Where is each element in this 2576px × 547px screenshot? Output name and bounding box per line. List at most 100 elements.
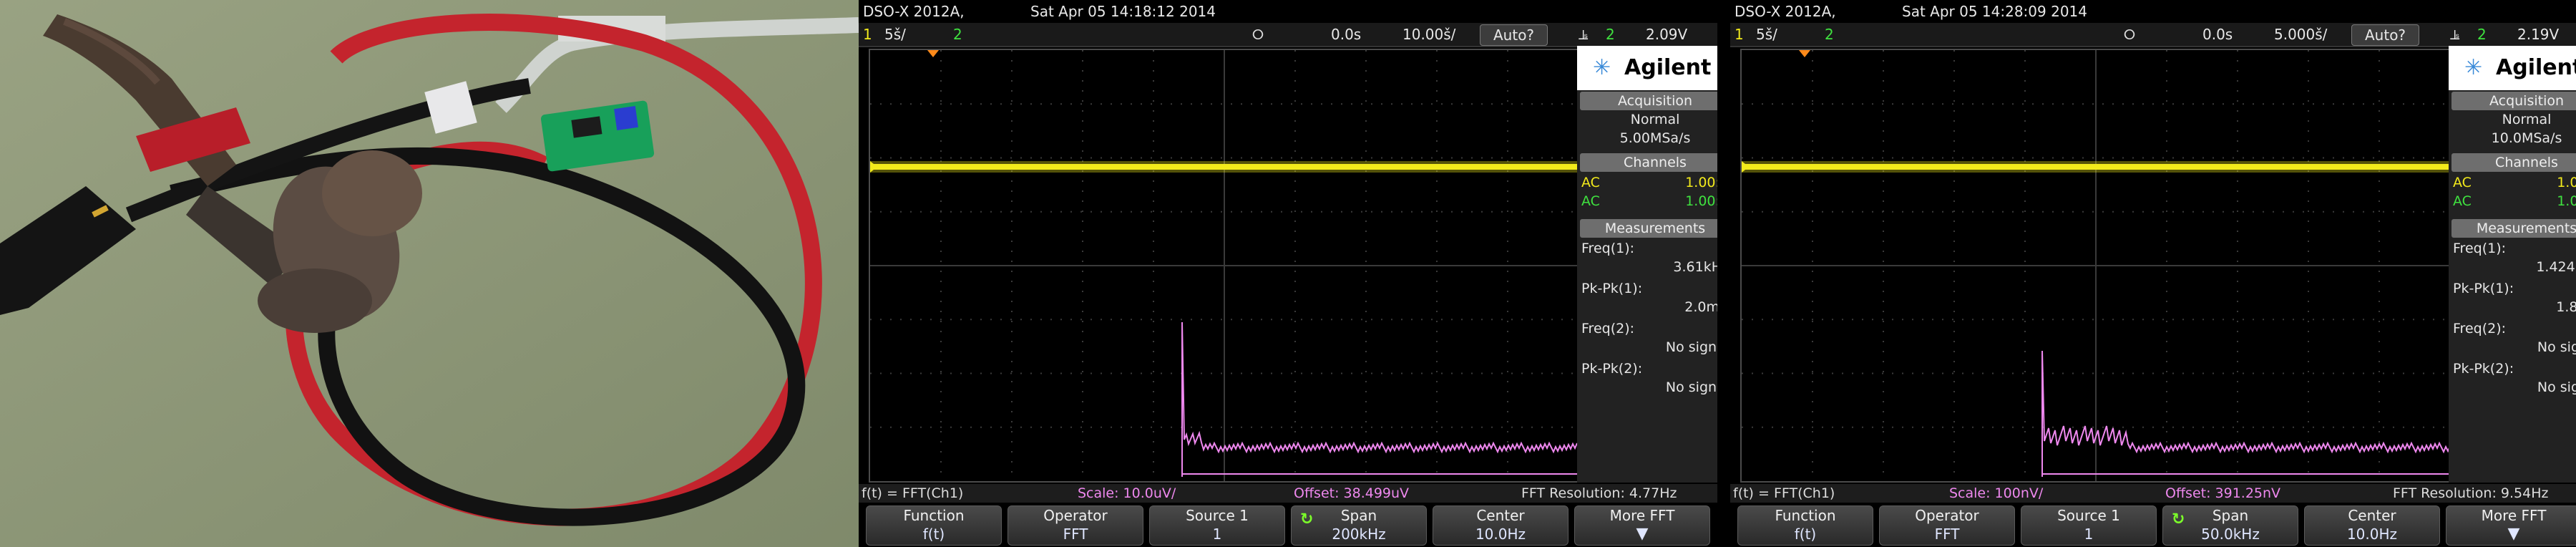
math-scale[interactable]: Scale: 10.0uV/ xyxy=(1078,484,1176,503)
function-softkey[interactable]: Function f(t) xyxy=(1737,505,1873,546)
softkey-value: FFT xyxy=(1934,526,1960,543)
softkey-label: Source 1 xyxy=(1186,507,1249,524)
center-softkey[interactable]: Center 10.0Hz xyxy=(1433,505,1568,546)
math-scale[interactable]: Scale: 100nV/ xyxy=(1949,484,2043,503)
meas-value-1: 1.424kHz xyxy=(2536,259,2576,275)
ch2-label[interactable]: 2 xyxy=(953,23,962,46)
time-offset[interactable]: 0.0s xyxy=(1331,23,1361,46)
brand-logo: ✳ Agilent xyxy=(2449,46,2576,90)
date-time: Sat Apr 05 14:18:12 2014 xyxy=(1030,3,1216,20)
sample-rate: 5.00MSa/s xyxy=(1619,130,1691,146)
title-bar: DSO-X 2012A, Sat Apr 05 14:18:12 2014 xyxy=(859,0,1717,23)
softkey-value: 1 xyxy=(2084,526,2094,543)
ch1-trace xyxy=(870,164,1579,170)
time-scale[interactable]: 5.000š/ xyxy=(2274,23,2327,46)
more-arrow-icon: ▼ xyxy=(2507,525,2520,543)
operator-softkey[interactable]: Operator FFT xyxy=(1879,505,2015,546)
entry-knob-icon: ↻ xyxy=(2172,510,2185,528)
meas-value-2: 2.0mV xyxy=(1684,299,1717,315)
math-offset[interactable]: Offset: 38.499uV xyxy=(1294,484,1409,503)
softkey-bar: Function f(t) Operator FFT Source 1 1 ↻ … xyxy=(859,504,1717,547)
ch1-label[interactable]: 1 xyxy=(863,23,872,46)
softkey-label: Function xyxy=(1775,507,1836,524)
sample-rate: 10.0MSa/s xyxy=(2491,130,2562,146)
entry-knob-icon: ↻ xyxy=(1300,510,1314,528)
trigger-mode-button[interactable]: Auto? xyxy=(2351,24,2420,46)
math-offset[interactable]: Offset: 391.25nV xyxy=(2165,484,2280,503)
channels-header[interactable]: Channels xyxy=(2451,153,2576,172)
meas-label-1: Freq(1): xyxy=(2453,241,2507,256)
acquisition-mode: Normal xyxy=(2502,112,2552,127)
photo-drawing xyxy=(0,0,859,547)
span-softkey[interactable]: ↻ Span 50.0kHz xyxy=(2162,505,2298,546)
channels-header[interactable]: Channels xyxy=(1580,153,1717,172)
acquisition-header[interactable]: Acquisition xyxy=(2451,92,2576,110)
scope-screenshot-2: DSO-X 2012A, Sat Apr 05 14:28:09 2014 1 … xyxy=(1730,0,2576,547)
ch1-trace xyxy=(1742,164,2450,170)
more-arrow-icon: ▼ xyxy=(1636,525,1649,543)
center-softkey[interactable]: Center 10.0Hz xyxy=(2304,505,2440,546)
softkey-value: f(t) xyxy=(1794,526,1817,543)
meas-label-1: Freq(1): xyxy=(1581,241,1635,256)
fft-resolution: FFT Resolution: 4.77Hz xyxy=(1521,485,1677,501)
softkey-label: Operator xyxy=(1043,507,1108,524)
brand-name: Agilent xyxy=(2496,55,2576,80)
softkey-label: Center xyxy=(1476,507,1525,524)
time-offset[interactable]: 0.0s xyxy=(2202,23,2233,46)
trigger-channel[interactable]: 2 xyxy=(1606,23,1615,46)
more-fft-softkey[interactable]: More FFT ▼ xyxy=(1574,505,1710,546)
ch1-probe: 1.00:1 xyxy=(2557,175,2576,190)
source-softkey[interactable]: Source 1 1 xyxy=(2021,505,2157,546)
meas-label-2: Pk-Pk(1): xyxy=(2453,281,2514,296)
more-fft-softkey[interactable]: More FFT ▼ xyxy=(2446,505,2576,546)
agilent-spark-icon: ✳ xyxy=(1593,55,1611,80)
trigger-level[interactable]: 2.09V xyxy=(1646,23,1687,46)
meas-value-3: No signal xyxy=(1665,339,1717,355)
ch2-label[interactable]: 2 xyxy=(1825,23,1834,46)
trigger-edge-icon: ⫡ xyxy=(1579,26,1589,43)
model-name: DSO-X 2012A, xyxy=(1735,3,1836,20)
acquisition-mode: Normal xyxy=(1630,112,1680,127)
trigger-mode-button[interactable]: Auto? xyxy=(1480,24,1548,46)
softkey-label: Center xyxy=(2348,507,2396,524)
meas-label-3: Freq(2): xyxy=(2453,321,2507,337)
trigger-channel[interactable]: 2 xyxy=(2477,23,2487,46)
side-panel: ✳ Agilent Acquisition Normal 5.00MSa/s C… xyxy=(1577,46,1717,483)
softkey-value: FFT xyxy=(1063,526,1088,543)
fft-trace xyxy=(2041,350,2451,454)
status-bar: 1 5š/ 2 ⭘ 0.0s 10.00š/ Auto? ⫡ 2 2.09V xyxy=(859,23,1717,47)
scope-screenshot-1: DSO-X 2012A, Sat Apr 05 14:18:12 2014 1 … xyxy=(859,0,1717,547)
math-function: f(t) = FFT(Ch1) xyxy=(862,485,964,501)
measurements-header[interactable]: Measurements xyxy=(2451,219,2576,238)
math-info-bar: f(t) = FFT(Ch1) Scale: 10.0uV/ Offset: 3… xyxy=(859,484,1717,503)
meas-value-3: No signal xyxy=(2537,339,2576,355)
softkey-value: 10.0Hz xyxy=(1475,526,1526,543)
acquisition-header[interactable]: Acquisition xyxy=(1580,92,1717,110)
span-softkey[interactable]: ↻ Span 200kHz xyxy=(1291,505,1427,546)
ch2-probe: 1.00:1 xyxy=(2557,193,2576,209)
softkey-label: More FFT xyxy=(2481,507,2547,524)
softkey-label: Operator xyxy=(1915,507,1979,524)
softkey-value: 1 xyxy=(1212,526,1222,543)
operator-softkey[interactable]: Operator FFT xyxy=(1008,505,1143,546)
model-name: DSO-X 2012A, xyxy=(863,3,965,20)
ch1-scale[interactable]: 5š/ xyxy=(1756,23,1777,46)
hardware-photo xyxy=(0,0,859,547)
source-softkey[interactable]: Source 1 1 xyxy=(1149,505,1285,546)
status-bar: 1 5š/ 2 ⭘ 0.0s 5.000š/ Auto? ⫡ 2 2.19V xyxy=(1730,23,2576,47)
meas-value-2: 1.8mV xyxy=(2556,299,2576,315)
meas-label-4: Pk-Pk(2): xyxy=(1581,361,1643,377)
agilent-spark-icon: ✳ xyxy=(2464,55,2483,80)
function-softkey[interactable]: Function f(t) xyxy=(866,505,1002,546)
time-scale[interactable]: 10.00š/ xyxy=(1402,23,1455,46)
softkey-label: Function xyxy=(903,507,965,524)
fft-resolution: FFT Resolution: 9.54Hz xyxy=(2393,485,2549,501)
side-panel: ✳ Agilent Acquisition Normal 10.0MSa/s C… xyxy=(2449,46,2576,483)
measurements-header[interactable]: Measurements xyxy=(1580,219,1717,238)
brand-name: Agilent xyxy=(1624,55,1712,80)
ch1-scale[interactable]: 5š/ xyxy=(884,23,906,46)
math-function: f(t) = FFT(Ch1) xyxy=(1733,485,1835,501)
trigger-level[interactable]: 2.19V xyxy=(2517,23,2559,46)
trigger-edge-icon: ⫡ xyxy=(2450,26,2460,43)
ch1-label[interactable]: 1 xyxy=(1735,23,1744,46)
